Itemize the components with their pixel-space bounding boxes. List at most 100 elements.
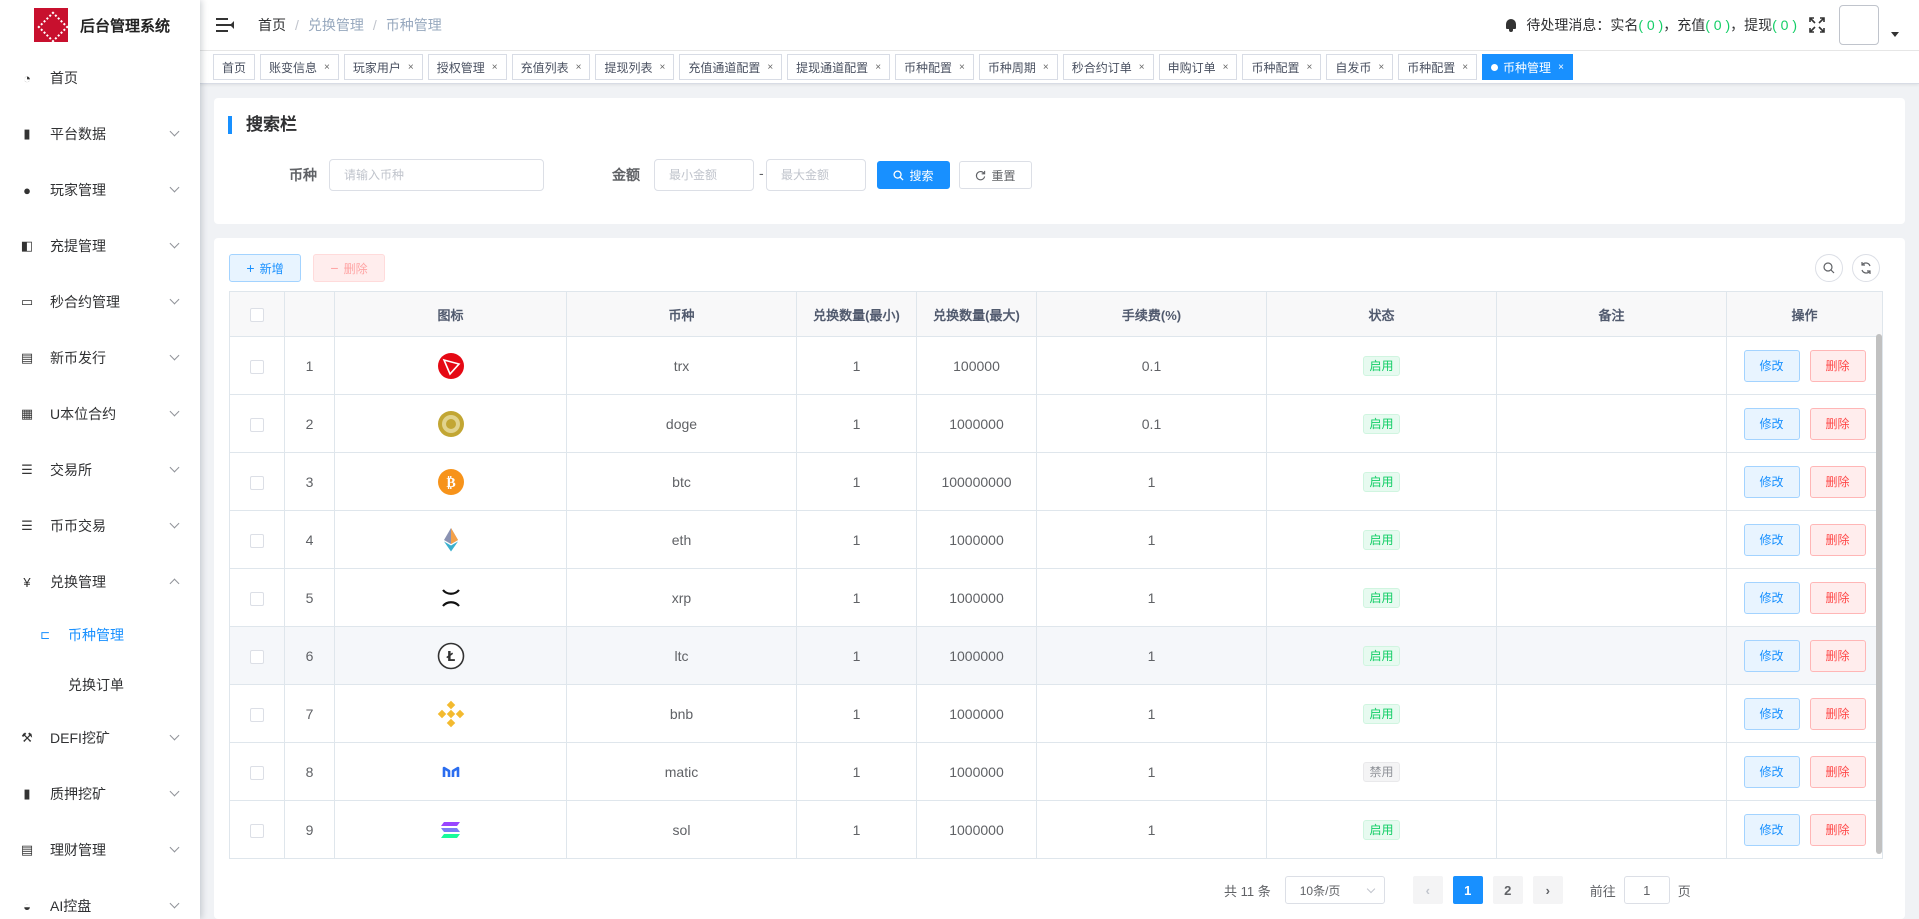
sidebar-subitem-1[interactable]: 兑换订单 xyxy=(0,660,200,710)
close-icon[interactable]: × xyxy=(576,62,582,73)
tab-12[interactable]: 币种配置 × xyxy=(1242,54,1322,80)
table-scrollbar[interactable] xyxy=(1876,334,1882,854)
row-checkbox[interactable] xyxy=(250,823,264,838)
row-checkbox[interactable] xyxy=(250,359,264,374)
close-icon[interactable]: × xyxy=(875,62,881,73)
delete-button[interactable]: 删除 xyxy=(1809,465,1866,498)
sidebar-item-12[interactable]: ▤ 理财管理 xyxy=(0,822,200,878)
table-row[interactable]: 6 Łltc 1 1000000 1 启用 修改 删除 xyxy=(229,626,1883,685)
close-icon[interactable]: × xyxy=(1462,62,1468,73)
tab-9[interactable]: 币种周期 × xyxy=(978,54,1058,80)
page-1-button[interactable]: 1 xyxy=(1452,876,1483,904)
sidebar-item-8[interactable]: ☰ 币币交易 xyxy=(0,498,200,554)
refresh-button[interactable] xyxy=(1852,254,1880,282)
edit-button[interactable]: 修改 xyxy=(1743,349,1800,382)
add-button[interactable]: + 新增 xyxy=(229,254,301,282)
batch-delete-button[interactable]: − 删除 xyxy=(313,254,385,282)
sidebar-item-13[interactable]: ◒ AI控盘 xyxy=(0,878,200,919)
breadcrumb-home[interactable]: 首页 xyxy=(258,15,286,35)
tab-11[interactable]: 申购订单 × xyxy=(1158,54,1238,80)
edit-button[interactable]: 修改 xyxy=(1743,755,1800,788)
tab-1[interactable]: 账变信息 × xyxy=(260,54,339,80)
tab-10[interactable]: 秒合约订单 × xyxy=(1062,54,1154,80)
sidebar-item-1[interactable]: ▮ 平台数据 xyxy=(0,106,200,162)
table-row[interactable]: 4 eth 1 1000000 1 启用 修改 删除 xyxy=(229,510,1883,569)
delete-button[interactable]: 删除 xyxy=(1809,755,1866,788)
table-row[interactable]: 7 bnb 1 1000000 1 启用 修改 删除 xyxy=(229,684,1883,743)
row-checkbox[interactable] xyxy=(250,475,264,490)
row-checkbox[interactable] xyxy=(250,417,264,432)
row-checkbox[interactable] xyxy=(250,533,264,548)
delete-button[interactable]: 删除 xyxy=(1809,407,1866,440)
caret-down-icon[interactable] xyxy=(1891,31,1899,37)
close-icon[interactable]: × xyxy=(1043,62,1049,73)
max-amount-input[interactable]: 最大金额 xyxy=(766,159,866,191)
close-icon[interactable]: × xyxy=(408,62,414,73)
close-icon[interactable]: × xyxy=(1306,62,1312,73)
tab-4[interactable]: 充值列表 × xyxy=(511,54,591,80)
delete-button[interactable]: 删除 xyxy=(1809,813,1866,846)
sidebar-item-0[interactable]: ◔ 首页 xyxy=(0,50,200,106)
close-icon[interactable]: × xyxy=(1558,62,1564,73)
delete-button[interactable]: 删除 xyxy=(1809,697,1866,730)
table-row[interactable]: 3 ₿ btc 1 100000000 1 启用 修改 删除 xyxy=(229,452,1883,511)
edit-button[interactable]: 修改 xyxy=(1743,581,1800,614)
delete-button[interactable]: 删除 xyxy=(1809,639,1866,672)
bell-icon[interactable] xyxy=(1504,18,1518,32)
row-checkbox[interactable] xyxy=(250,591,264,606)
close-icon[interactable]: × xyxy=(492,62,498,73)
sidebar-item-10[interactable]: ⚒ DEFI挖矿 xyxy=(0,710,200,766)
realname-count[interactable]: ( 0 ) xyxy=(1638,17,1663,33)
table-row[interactable]: 2 doge 1 1000000 0.1 启用 修改 删除 xyxy=(229,394,1883,453)
delete-button[interactable]: 删除 xyxy=(1809,349,1866,382)
close-icon[interactable]: × xyxy=(324,62,330,73)
tab-5[interactable]: 提现列表 × xyxy=(595,54,675,80)
page-2-button[interactable]: 2 xyxy=(1492,876,1523,904)
avatar[interactable] xyxy=(1839,5,1879,45)
tab-14[interactable]: 币种配置 × xyxy=(1398,54,1478,80)
breadcrumb-exchange[interactable]: 兑换管理 xyxy=(308,15,364,35)
sidebar-item-2[interactable]: ● 玩家管理 xyxy=(0,162,200,218)
sidebar-item-4[interactable]: ▭ 秒合约管理 xyxy=(0,274,200,330)
tab-7[interactable]: 提现通道配置 × xyxy=(787,54,891,80)
goto-page-input[interactable]: 1 xyxy=(1623,876,1670,904)
table-row[interactable]: 5 xrp 1 1000000 1 启用 修改 删除 xyxy=(229,568,1883,627)
tab-2[interactable]: 玩家用户 × xyxy=(343,54,423,80)
withdraw-count[interactable]: ( 0 ) xyxy=(1772,17,1797,33)
close-icon[interactable]: × xyxy=(1223,62,1229,73)
close-icon[interactable]: × xyxy=(959,62,965,73)
search-button[interactable]: 搜索 xyxy=(877,161,950,189)
close-icon[interactable]: × xyxy=(1378,62,1384,73)
sidebar-item-9[interactable]: ¥ 兑换管理 xyxy=(0,554,200,610)
delete-button[interactable]: 删除 xyxy=(1809,523,1866,556)
logo[interactable]: 后台管理系统 xyxy=(0,0,200,50)
tab-6[interactable]: 充值通道配置 × xyxy=(679,54,783,80)
coin-input[interactable]: 请输入币种 xyxy=(329,159,544,191)
table-row[interactable]: 9 sol 1 1000000 1 启用 修改 删除 xyxy=(229,800,1883,859)
edit-button[interactable]: 修改 xyxy=(1743,407,1800,440)
delete-button[interactable]: 删除 xyxy=(1809,581,1866,614)
min-amount-input[interactable]: 最小金额 xyxy=(654,159,754,191)
recharge-count[interactable]: ( 0 ) xyxy=(1705,17,1730,33)
edit-button[interactable]: 修改 xyxy=(1743,465,1800,498)
sidebar-subitem-0[interactable]: ⊏ 币种管理 xyxy=(0,610,200,660)
close-icon[interactable]: × xyxy=(659,62,665,73)
row-checkbox[interactable] xyxy=(250,707,264,722)
edit-button[interactable]: 修改 xyxy=(1743,523,1800,556)
tab-3[interactable]: 授权管理 × xyxy=(427,54,507,80)
tab-0[interactable]: 首页 xyxy=(213,54,256,80)
row-checkbox[interactable] xyxy=(250,649,264,664)
select-all-checkbox[interactable] xyxy=(250,307,264,322)
toggle-search-button[interactable] xyxy=(1815,254,1843,282)
edit-button[interactable]: 修改 xyxy=(1743,813,1800,846)
next-page-button[interactable]: › xyxy=(1532,876,1563,904)
row-checkbox[interactable] xyxy=(250,765,264,780)
table-row[interactable]: 1 trx 1 100000 0.1 启用 修改 删除 xyxy=(229,336,1883,395)
close-icon[interactable]: × xyxy=(767,62,773,73)
fullscreen-icon[interactable] xyxy=(1809,17,1825,33)
sidebar-item-11[interactable]: ▮ 质押挖矿 xyxy=(0,766,200,822)
prev-page-button[interactable]: ‹ xyxy=(1412,876,1443,904)
sidebar-item-5[interactable]: ▤ 新币发行 xyxy=(0,330,200,386)
page-size-select[interactable]: 10条/页 xyxy=(1284,876,1385,904)
tab-13[interactable]: 自发币 × xyxy=(1326,54,1394,80)
